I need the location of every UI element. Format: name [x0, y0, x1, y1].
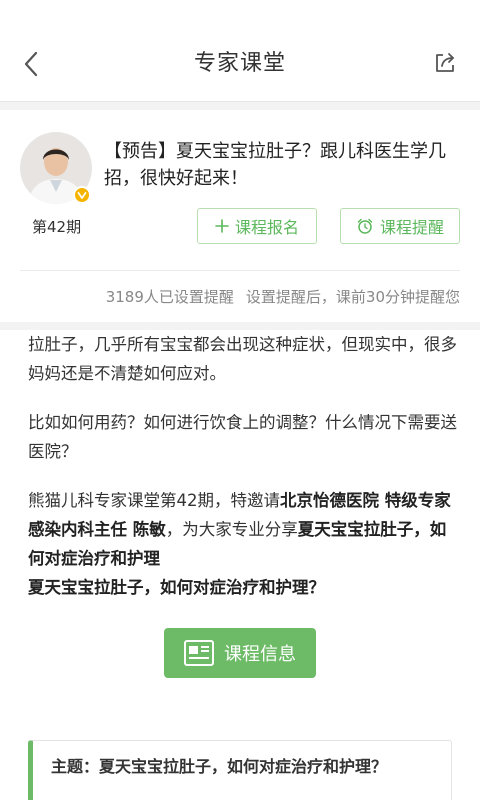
topic-text: 主题：夏天宝宝拉肚子，如何对症治疗和护理？ [51, 757, 388, 776]
share-icon [436, 53, 454, 72]
divider [20, 270, 460, 271]
reminder-count: 3189人已设置提醒 [105, 288, 234, 306]
course-description: 拉肚子，几乎所有宝宝都会出现这种症状，但现实中，很多妈妈还是不清楚如何应对。 比… [0, 330, 480, 800]
reminder-info: 3189人已设置提醒 设置提醒后，课前30分钟提醒您 [106, 286, 460, 307]
invitation-text: 熊猫儿科专家课堂第42期，特邀请 [28, 491, 280, 510]
invitation-text-2: ，为大家专业分享 [165, 520, 298, 539]
paragraph-questions: 比如如何用药？如何进行饮食上的调整？什么情况下需要送医院？ [28, 413, 457, 461]
reminder-label: 课程提醒 [379, 218, 444, 237]
course-card: 第42期 【预告】夏天宝宝拉肚子？跟儿科医生学几招，很快好起来！ 课程报名 课程… [0, 110, 480, 322]
verified-badge-icon [73, 186, 91, 204]
paragraph-intro: 拉肚子，几乎所有宝宝都会出现这种症状，但现实中，很多妈妈还是不清楚如何应对。 [28, 335, 457, 383]
plus-icon [215, 219, 229, 233]
topic-box: 主题：夏天宝宝拉肚子，如何对症治疗和护理？ [28, 740, 452, 800]
alarm-clock-icon [356, 217, 374, 235]
topic-highlight-repeat: 夏天宝宝拉肚子，如何对症治疗和护理？ [28, 578, 325, 597]
course-info-label: 课程信息 [224, 644, 296, 665]
top-navbar: 专家课堂 [0, 0, 480, 102]
enroll-label: 课程报名 [234, 218, 299, 237]
reminder-note: 设置提醒后，课前30分钟提醒您 [245, 288, 460, 306]
share-button[interactable] [430, 48, 460, 78]
period-label: 第42期 [32, 218, 82, 236]
enroll-button[interactable]: 课程报名 [197, 208, 317, 244]
reminder-button[interactable]: 课程提醒 [340, 208, 460, 244]
paragraph-invitation: 熊猫儿科专家课堂第42期，特邀请北京怡德医院 特级专家 感染内科主任 陈敏，为大… [28, 486, 458, 602]
course-info-button[interactable]: 课程信息 [164, 628, 316, 678]
course-title: 【预告】夏天宝宝拉肚子？跟儿科医生学几招，很快好起来！ [104, 141, 446, 189]
page-title: 专家课堂 [193, 51, 286, 76]
newspaper-icon [184, 640, 214, 666]
